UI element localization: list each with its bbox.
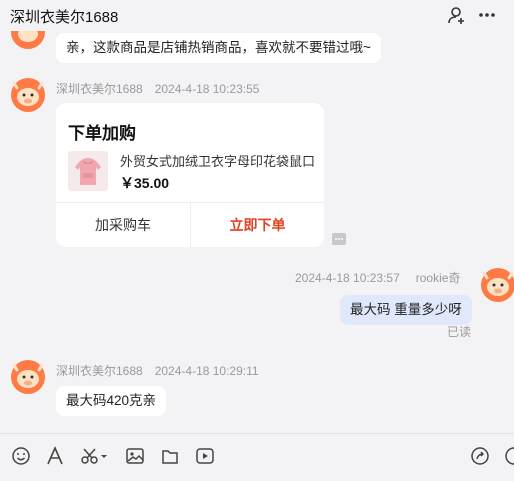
message-time: 2024-4-18 10:29:11 (154, 364, 259, 378)
share-icon[interactable] (470, 446, 490, 466)
message-bubble: 亲，这款商品是店铺热销商品，喜欢就不要错过哦~ (56, 33, 381, 63)
buy-now-button[interactable]: 立即下单 (191, 203, 324, 247)
emoji-icon[interactable] (11, 446, 31, 466)
seller-avatar[interactable] (11, 31, 45, 49)
message-meta: 深圳衣美尔1688 2024-4-18 10:29:11 (56, 362, 259, 379)
sender-name: 深圳衣美尔1688 (56, 82, 143, 96)
product-image[interactable] (68, 151, 108, 191)
seller-avatar[interactable] (11, 78, 45, 112)
seller-avatar[interactable] (11, 360, 45, 394)
chat-title: 深圳衣美尔1688 (10, 9, 119, 26)
message-bubble: 最大码 重量多少呀 (340, 295, 472, 325)
message-time: 2024-4-18 10:23:55 (154, 82, 260, 96)
font-icon[interactable] (45, 446, 65, 466)
scissors-icon[interactable] (80, 446, 108, 466)
input-toolbar (0, 433, 514, 481)
file-icon[interactable] (160, 446, 180, 466)
product-price: ￥35.00 (120, 175, 170, 191)
add-user-icon[interactable] (447, 5, 467, 25)
add-to-cart-button[interactable]: 加采购车 (56, 203, 190, 247)
card-title: 下单加购 (68, 124, 136, 143)
video-icon[interactable] (195, 446, 215, 466)
image-icon[interactable] (125, 446, 145, 466)
order-card: 下单加购 外贸女式加绒卫衣字母印花袋鼠口 ￥35.00 加采购车 立即下单 (56, 103, 324, 247)
title-bar: 深圳衣美尔1688 (0, 0, 514, 31)
message-bubble: 最大码420克亲 (56, 386, 167, 416)
chat-icon[interactable] (504, 446, 514, 466)
message-meta: 2024-4-18 10:23:57 rookie奇 (295, 269, 460, 286)
read-status: 已读 (447, 325, 472, 339)
more-icon[interactable] (477, 5, 497, 25)
product-name[interactable]: 外贸女式加绒卫衣字母印花袋鼠口 (120, 151, 316, 170)
chat-area[interactable]: 亲，这款商品是店铺热销商品，喜欢就不要错过哦~ 深圳衣美尔1688 2024-4-… (0, 31, 514, 433)
sender-name: 深圳衣美尔1688 (56, 364, 143, 378)
message-options-icon[interactable] (332, 233, 346, 245)
message-meta: 深圳衣美尔1688 2024-4-18 10:23:55 (56, 80, 259, 97)
message-time: 2024-4-18 10:23:57 (295, 271, 400, 285)
sender-name: rookie奇 (415, 271, 461, 285)
user-avatar[interactable] (481, 268, 514, 302)
